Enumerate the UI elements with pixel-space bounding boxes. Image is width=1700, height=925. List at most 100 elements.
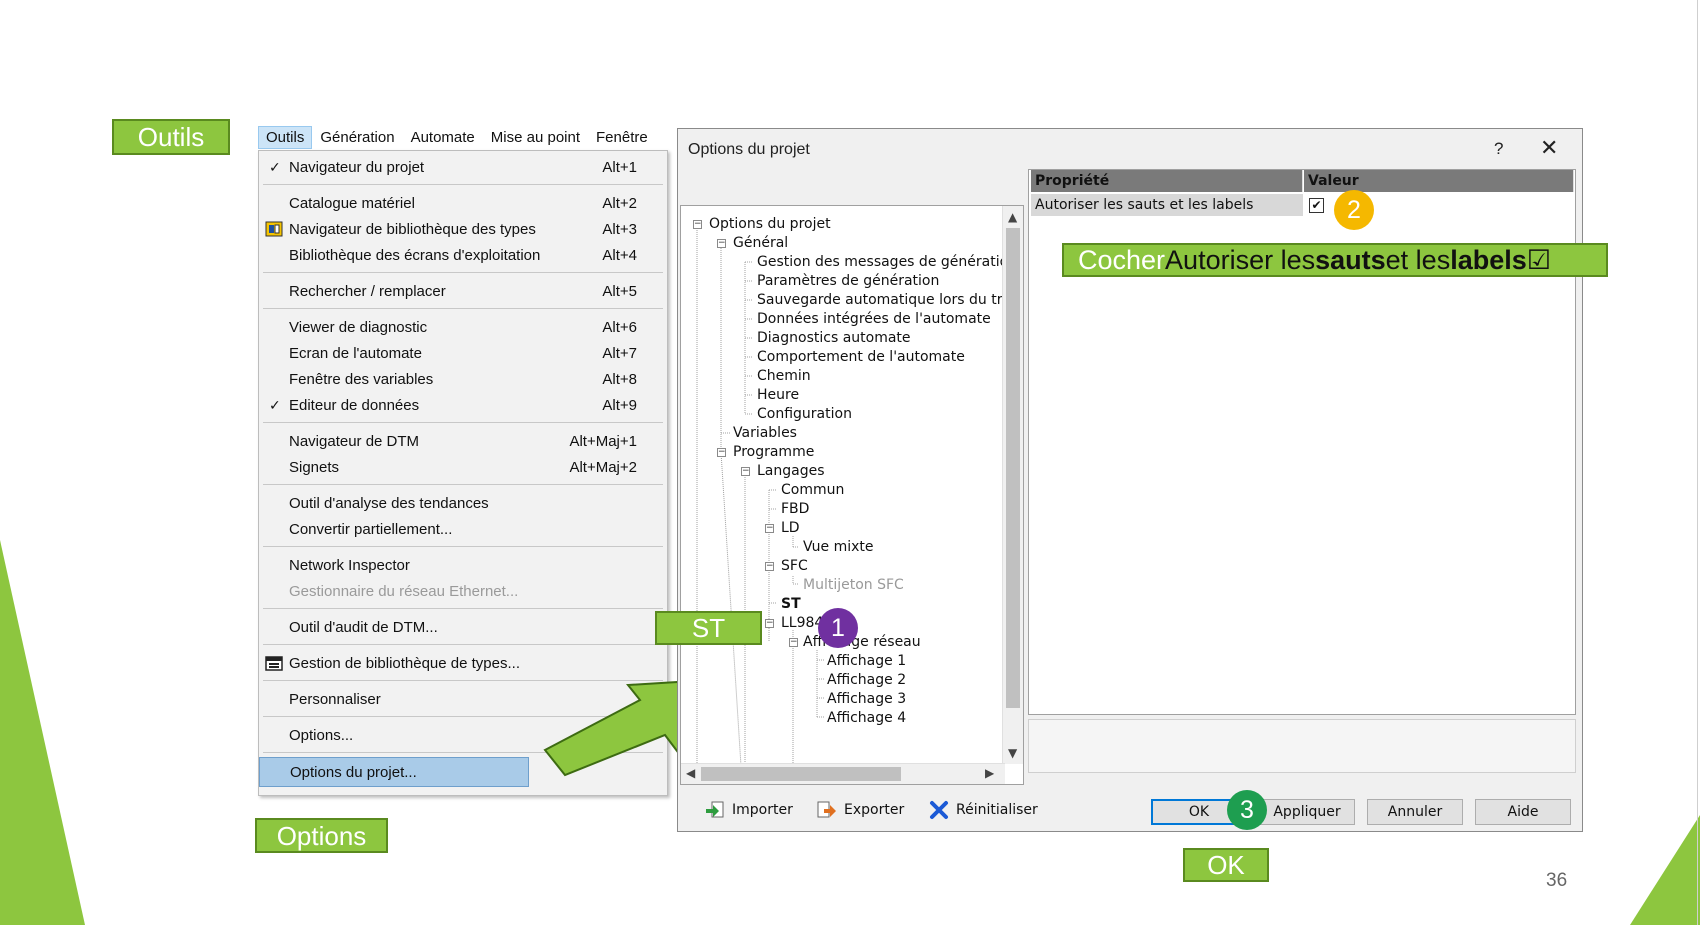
collapse-icon[interactable]: − <box>717 239 726 248</box>
help-footer-button[interactable]: Aide <box>1475 799 1571 825</box>
decor-triangle-left <box>0 540 85 925</box>
tree-node-heure[interactable]: Heure <box>757 385 799 405</box>
apply-button[interactable]: Appliquer <box>1259 799 1355 825</box>
tree-node-fbd[interactable]: FBD <box>781 499 809 519</box>
check-icon: ✓ <box>269 158 281 175</box>
menu-item-signets[interactable]: Signets Alt+Maj+2 <box>259 455 667 479</box>
menu-item-convertir[interactable]: Convertir partiellement... <box>259 517 667 541</box>
options-tree: − Options du projet − Général Gestion de… <box>680 205 1024 785</box>
scroll-down-icon[interactable]: ▼ <box>1008 746 1017 760</box>
collapse-icon[interactable]: − <box>765 619 774 628</box>
check-icon: ✓ <box>269 396 281 413</box>
scroll-thumb[interactable] <box>701 767 901 781</box>
menu-item-analyse-tendances[interactable]: Outil d'analyse des tendances <box>259 491 667 515</box>
tree-node-general[interactable]: Général <box>733 233 788 253</box>
menu-outils[interactable]: Outils <box>258 125 313 149</box>
collapse-icon[interactable]: − <box>789 638 798 647</box>
collapse-icon[interactable]: − <box>717 448 726 457</box>
menu-automate[interactable]: Automate <box>403 126 483 149</box>
column-header-property: Propriété <box>1031 170 1303 192</box>
scroll-thumb[interactable] <box>1006 228 1020 708</box>
allow-jumps-labels-checkbox[interactable]: ✔ <box>1309 198 1324 213</box>
menu-mise-au-point[interactable]: Mise au point <box>483 126 588 149</box>
menu-generation[interactable]: Génération <box>312 126 402 149</box>
menu-item-audit-dtm[interactable]: Outil d'audit de DTM... <box>259 615 667 639</box>
project-options-dialog: Options du projet ? ✕ − Options du proje… <box>677 128 1583 832</box>
export-button[interactable]: Exporter <box>816 799 904 821</box>
tree-node-st[interactable]: ST <box>781 594 801 614</box>
tree-node-sfc[interactable]: SFC <box>781 556 808 576</box>
tree-node-programme[interactable]: Programme <box>733 442 814 462</box>
menu-item-editeur-donnees[interactable]: ✓ Editeur de données Alt+9 <box>259 393 667 417</box>
tree-node-chemin[interactable]: Chemin <box>757 366 811 386</box>
dialog-title: Options du projet <box>688 141 810 158</box>
st-callout: ST <box>655 611 762 645</box>
menu-item-network-inspector[interactable]: Network Inspector <box>259 553 667 577</box>
cancel-button[interactable]: Annuler <box>1367 799 1463 825</box>
tree-node-options-projet[interactable]: Options du projet <box>709 214 831 234</box>
step-badge-3: 3 <box>1227 790 1267 830</box>
tree-node-variables[interactable]: Variables <box>733 423 797 443</box>
menu-separator <box>263 608 663 609</box>
collapse-icon[interactable]: − <box>741 467 750 476</box>
property-description-panel <box>1028 719 1576 773</box>
tree-node-affichage-4[interactable]: Affichage 4 <box>827 708 906 728</box>
dialog-footer: Importer Exporter Réinitialiser OK Appli… <box>678 785 1582 831</box>
tree-node-ld[interactable]: LD <box>781 518 800 538</box>
tree-node-diagnostics[interactable]: Diagnostics automate <box>757 328 911 348</box>
menu-separator <box>263 484 663 485</box>
menu-item-options-projet[interactable]: Options du projet... <box>259 757 529 787</box>
tree-node-gestion-messages[interactable]: Gestion des messages de génération <box>757 252 1017 272</box>
outils-callout: Outils <box>112 119 230 155</box>
scroll-up-icon[interactable]: ▲ <box>1008 210 1017 224</box>
tree-node-parametres-generation[interactable]: Paramètres de génération <box>757 271 939 291</box>
menu-item-ecran-automate[interactable]: Ecran de l'automate Alt+7 <box>259 341 667 365</box>
export-icon <box>817 801 836 818</box>
tree-node-affichage-2[interactable]: Affichage 2 <box>827 670 906 690</box>
tree-horizontal-scrollbar[interactable]: ◀ ▶ <box>681 763 1005 784</box>
menu-separator <box>263 308 663 309</box>
reset-button[interactable]: Réinitialiser <box>928 799 1038 821</box>
close-icon[interactable]: ✕ <box>1540 135 1558 161</box>
tree-node-vue-mixte[interactable]: Vue mixte <box>803 537 873 557</box>
menu-separator <box>263 272 663 273</box>
property-row-sauts-labels[interactable]: Autoriser les sauts et les labels <box>1031 194 1303 216</box>
menu-item-bibliotheque-ecrans[interactable]: Bibliothèque des écrans d'exploitation A… <box>259 243 667 267</box>
menu-item-viewer-diagnostic[interactable]: Viewer de diagnostic Alt+6 <box>259 315 667 339</box>
import-button[interactable]: Importer <box>704 799 793 821</box>
options-callout: Options <box>255 818 388 853</box>
tree-node-configuration[interactable]: Configuration <box>757 404 852 424</box>
scroll-right-icon[interactable]: ▶ <box>985 766 994 780</box>
collapse-icon[interactable]: − <box>765 562 774 571</box>
menu-separator <box>263 184 663 185</box>
menu-item-catalogue[interactable]: Catalogue matériel Alt+2 <box>259 191 667 215</box>
menu-separator <box>263 546 663 547</box>
menu-item-navigateur-projet[interactable]: ✓ Navigateur du projet Alt+1 <box>259 155 667 179</box>
tree-node-affichage-1[interactable]: Affichage 1 <box>827 651 906 671</box>
collapse-icon[interactable]: − <box>765 524 774 533</box>
tree-node-sauvegarde[interactable]: Sauvegarde automatique lors du transf <box>757 290 1023 310</box>
menu-item-gestionnaire-ethernet: Gestionnaire du réseau Ethernet... <box>289 582 519 600</box>
menu-item-navigateur-dtm[interactable]: Navigateur de DTM Alt+Maj+1 <box>259 429 667 453</box>
menu-item-fenetre-variables[interactable]: Fenêtre des variables Alt+8 <box>259 367 667 391</box>
menu-bar: Outils Génération Automate Mise au point… <box>258 124 668 150</box>
library-icon <box>265 221 283 237</box>
decor-triangle-right-bottom <box>1630 815 1700 925</box>
tree-node-ll984[interactable]: LL984 <box>781 613 823 633</box>
tree-node-langages[interactable]: Langages <box>757 461 825 481</box>
step-badge-1: 1 <box>818 608 858 648</box>
tree-vertical-scrollbar[interactable]: ▲ ▼ <box>1002 206 1023 764</box>
menu-item-navigateur-bibliotheque[interactable]: Navigateur de bibliothèque des types Alt… <box>259 217 667 241</box>
tree-node-donnees-integrees[interactable]: Données intégrées de l'automate <box>757 309 991 329</box>
tree-node-commun[interactable]: Commun <box>781 480 844 500</box>
help-button[interactable]: ? <box>1494 139 1503 159</box>
tree-node-comportement[interactable]: Comportement de l'automate <box>757 347 965 367</box>
scroll-left-icon[interactable]: ◀ <box>686 766 695 780</box>
tree-node-multijeton-sfc[interactable]: Multijeton SFC <box>803 575 904 595</box>
menu-item-rechercher[interactable]: Rechercher / remplacer Alt+5 <box>259 279 667 303</box>
step-badge-2: 2 <box>1334 190 1374 230</box>
collapse-icon[interactable]: − <box>693 220 702 229</box>
menu-fenetre[interactable]: Fenêtre <box>588 126 656 149</box>
type-library-icon <box>265 656 283 671</box>
tree-node-affichage-3[interactable]: Affichage 3 <box>827 689 906 709</box>
